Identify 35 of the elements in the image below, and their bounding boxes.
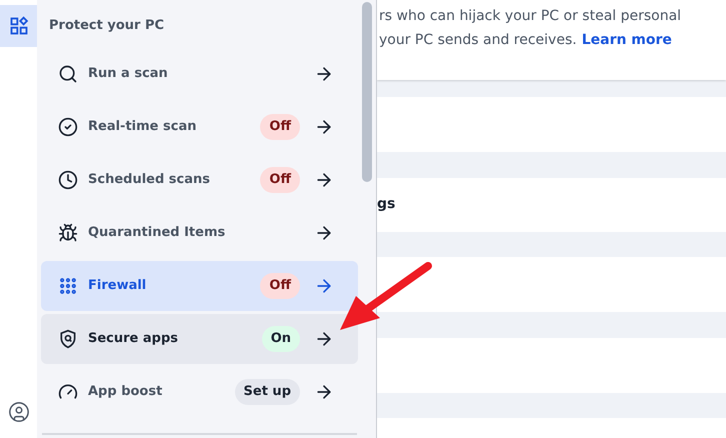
card-title: gs [377,195,396,214]
menu-item-label: Scheduled scans [88,170,212,189]
menu-item-label: Quarantined Items [88,224,226,242]
menu-item-label: Firewall [88,276,148,295]
account-icon[interactable] [8,401,30,423]
menu-item-label: Run a scan [88,64,169,83]
menu-item[interactable]: Scheduled scans Off [41,154,358,204]
description-text: rs who can hijack your PC or steal personal [379,7,682,26]
learn-more-link[interactable]: Learn more [582,28,672,52]
status-badge: On [262,326,300,352]
menu-item-label: App boost [88,382,164,401]
menu-item[interactable]: Real-time scan Off [41,102,358,152]
status-badge: Off [260,166,300,192]
menu-heading: Protect your PC [48,17,166,35]
scrollbar-thumb[interactable] [362,2,372,182]
clock-icon [58,170,78,190]
status-badge: Set up [234,378,300,404]
check-circle-icon [58,116,78,136]
menu-item[interactable]: Run a scan [41,48,358,98]
menu-item[interactable]: Quarantined Items [41,208,358,258]
status-badge: Off [260,272,300,298]
menu-item-label: Real-time scan [88,118,198,136]
search-icon [58,64,78,84]
dashboard-tab[interactable] [0,5,37,47]
shield-icon [58,328,78,348]
description-text: your PC sends and receives. [379,31,577,50]
status-badge: Off [260,114,300,140]
menu-item-label: Secure apps [88,330,180,348]
menu-item[interactable]: App boost Set up [41,366,358,416]
dot-grid-icon [58,276,78,296]
menu-item[interactable]: Secure apps On [41,314,358,364]
apps-icon [8,16,28,36]
gauge-icon [58,382,78,402]
menu-item[interactable]: Firewall Off [41,260,358,310]
bug-icon [58,222,78,242]
